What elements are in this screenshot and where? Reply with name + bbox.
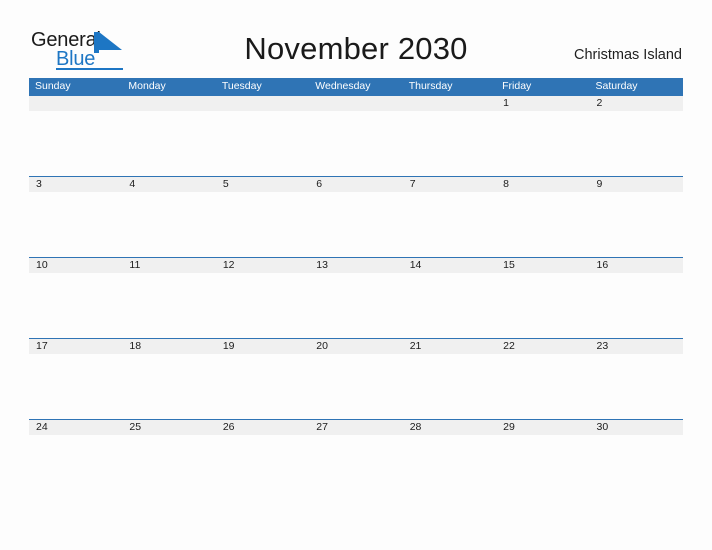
day-number[interactable]: 10 — [29, 258, 122, 273]
day-number[interactable]: 23 — [590, 339, 683, 354]
day-cell[interactable] — [216, 273, 309, 338]
day-cell[interactable] — [309, 273, 402, 338]
day-cell[interactable] — [590, 435, 683, 500]
day-cell[interactable] — [496, 354, 589, 419]
day-number[interactable]: 16 — [590, 258, 683, 273]
weekday-header-tuesday: Tuesday — [221, 80, 262, 92]
day-cell[interactable] — [122, 192, 215, 257]
logo-underline — [56, 68, 123, 70]
weekday-header-monday: Monday — [128, 80, 166, 92]
day-number-band: 1 2 — [29, 96, 683, 111]
day-cell[interactable] — [216, 192, 309, 257]
day-number[interactable]: 9 — [590, 177, 683, 192]
week-row: 17 18 19 20 21 22 23 — [29, 338, 683, 419]
week-cells — [29, 111, 683, 176]
day-cell[interactable] — [309, 192, 402, 257]
day-number[interactable]: 28 — [403, 420, 496, 435]
locale-label: Christmas Island — [574, 47, 682, 63]
day-number[interactable]: 5 — [216, 177, 309, 192]
day-cell[interactable] — [216, 435, 309, 500]
day-cell[interactable] — [309, 111, 402, 176]
day-cell[interactable] — [29, 192, 122, 257]
day-number[interactable]: 1 — [496, 96, 589, 111]
week-row: 24 25 26 27 28 29 30 — [29, 419, 683, 500]
day-number-band: 17 18 19 20 21 22 23 — [29, 339, 683, 354]
day-cell[interactable] — [403, 273, 496, 338]
day-cell[interactable] — [496, 111, 589, 176]
weekday-header-sunday: Sunday — [35, 80, 71, 92]
week-row: 1 2 — [29, 95, 683, 176]
day-cell[interactable] — [29, 435, 122, 500]
day-cell[interactable] — [29, 354, 122, 419]
day-number[interactable]: 24 — [29, 420, 122, 435]
day-number[interactable]: 18 — [122, 339, 215, 354]
day-number[interactable]: 22 — [496, 339, 589, 354]
week-row: 3 4 5 6 7 8 9 — [29, 176, 683, 257]
day-cell[interactable] — [29, 273, 122, 338]
calendar-page: General Blue November 2030 Christmas Isl… — [0, 0, 712, 550]
day-number[interactable]: 8 — [496, 177, 589, 192]
weekday-header-wednesday: Wednesday — [315, 80, 371, 92]
day-cell[interactable] — [590, 111, 683, 176]
day-number[interactable]: 17 — [29, 339, 122, 354]
day-cell[interactable] — [122, 273, 215, 338]
day-cell[interactable] — [29, 111, 122, 176]
week-cells — [29, 435, 683, 500]
day-number[interactable] — [403, 96, 496, 111]
weekday-header-row: Sunday Monday Tuesday Wednesday Thursday… — [29, 78, 683, 95]
day-cell[interactable] — [309, 435, 402, 500]
weekday-header-saturday: Saturday — [595, 80, 638, 92]
day-cell[interactable] — [496, 273, 589, 338]
page-header: General Blue November 2030 Christmas Isl… — [0, 0, 712, 76]
week-cells — [29, 354, 683, 419]
day-cell[interactable] — [590, 273, 683, 338]
day-number[interactable] — [216, 96, 309, 111]
day-number[interactable]: 25 — [122, 420, 215, 435]
day-cell[interactable] — [403, 354, 496, 419]
day-number[interactable]: 4 — [122, 177, 215, 192]
week-cells — [29, 192, 683, 257]
day-number[interactable]: 14 — [403, 258, 496, 273]
week-row: 10 11 12 13 14 15 16 — [29, 257, 683, 338]
day-number[interactable]: 19 — [216, 339, 309, 354]
day-cell[interactable] — [496, 435, 589, 500]
day-cell[interactable] — [403, 192, 496, 257]
day-number[interactable]: 30 — [590, 420, 683, 435]
day-cell[interactable] — [403, 111, 496, 176]
weekday-header-thursday: Thursday — [408, 80, 453, 92]
day-number[interactable]: 21 — [403, 339, 496, 354]
day-number-band: 10 11 12 13 14 15 16 — [29, 258, 683, 273]
day-number[interactable]: 3 — [29, 177, 122, 192]
day-number[interactable] — [122, 96, 215, 111]
day-cell[interactable] — [216, 111, 309, 176]
day-cell[interactable] — [122, 354, 215, 419]
day-cell[interactable] — [496, 192, 589, 257]
day-cell[interactable] — [122, 111, 215, 176]
day-cell[interactable] — [590, 354, 683, 419]
day-number-band: 3 4 5 6 7 8 9 — [29, 177, 683, 192]
day-cell[interactable] — [309, 354, 402, 419]
day-number[interactable] — [29, 96, 122, 111]
day-number[interactable]: 13 — [309, 258, 402, 273]
day-number[interactable]: 7 — [403, 177, 496, 192]
day-number[interactable]: 26 — [216, 420, 309, 435]
day-number[interactable]: 27 — [309, 420, 402, 435]
day-number[interactable] — [309, 96, 402, 111]
day-number[interactable]: 2 — [590, 96, 683, 111]
day-number[interactable]: 29 — [496, 420, 589, 435]
day-number[interactable]: 6 — [309, 177, 402, 192]
day-number-band: 24 25 26 27 28 29 30 — [29, 420, 683, 435]
day-cell[interactable] — [216, 354, 309, 419]
week-cells — [29, 273, 683, 338]
day-cell[interactable] — [403, 435, 496, 500]
calendar-grid: Sunday Monday Tuesday Wednesday Thursday… — [29, 78, 683, 500]
day-cell[interactable] — [590, 192, 683, 257]
day-number[interactable]: 11 — [122, 258, 215, 273]
day-number[interactable]: 15 — [496, 258, 589, 273]
day-number[interactable]: 12 — [216, 258, 309, 273]
weekday-header-friday: Friday — [502, 80, 532, 92]
day-number[interactable]: 20 — [309, 339, 402, 354]
day-cell[interactable] — [122, 435, 215, 500]
